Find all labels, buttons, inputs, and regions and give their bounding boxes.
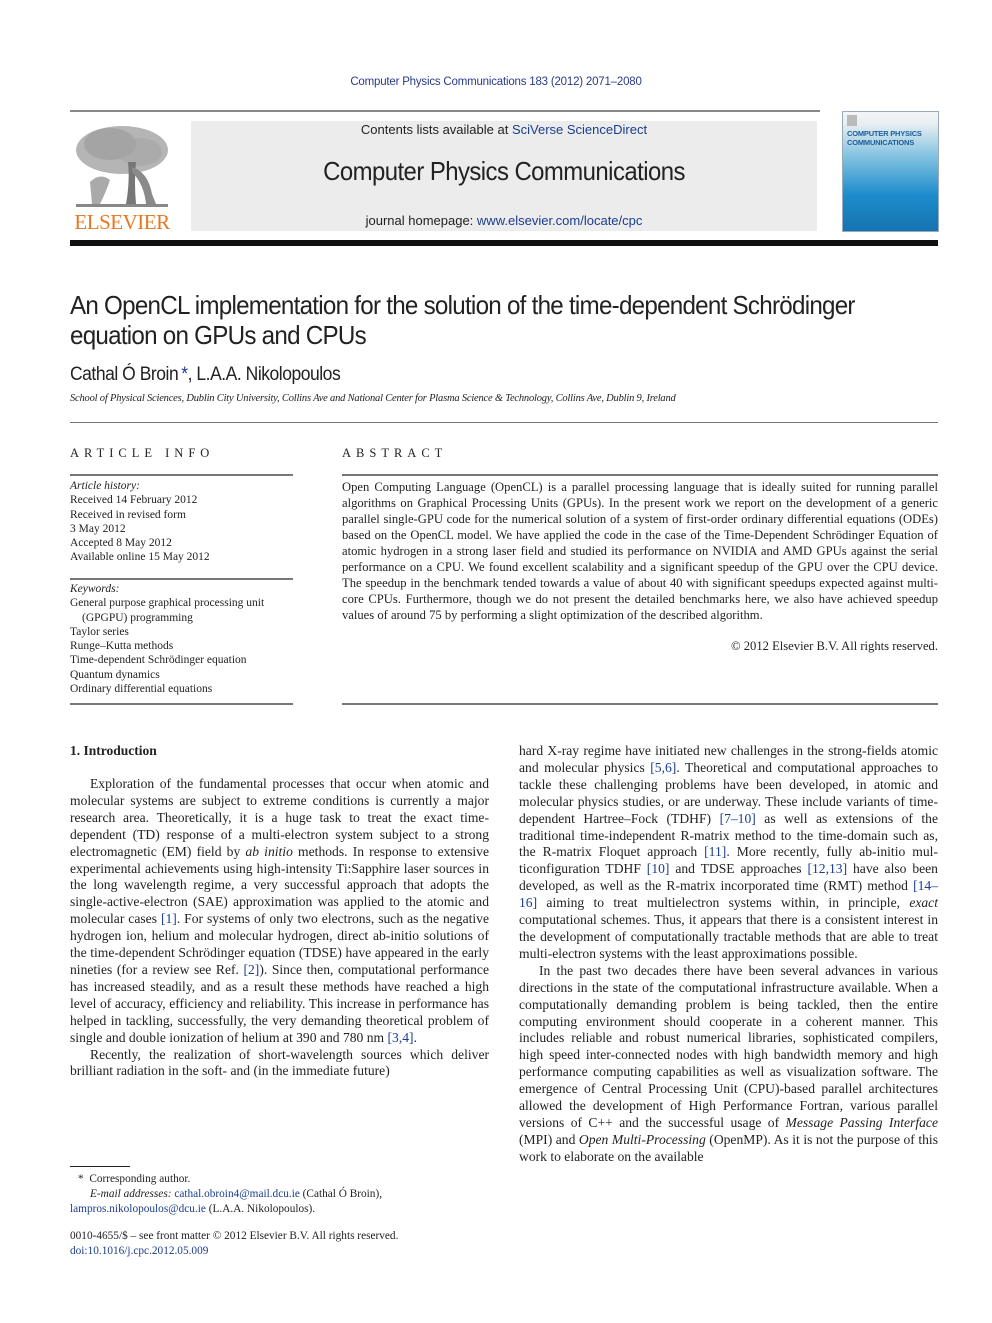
divider bbox=[342, 474, 938, 476]
history-item: Available online 15 May 2012 bbox=[70, 551, 210, 564]
text-run: aiming to treat multielectron systems wi… bbox=[537, 895, 910, 911]
article-history: Article history: Received 14 February 20… bbox=[70, 479, 293, 565]
keyword-item: Quantum dynamics bbox=[70, 668, 160, 681]
italic-run: Mes­sage Passing Interface bbox=[785, 1114, 938, 1130]
homepage-link[interactable]: www.elsevier.com/locate/cpc bbox=[477, 213, 642, 228]
paragraph: Recently, the realization of short-wavel… bbox=[70, 1047, 489, 1081]
elsevier-wordmark: ELSEVIER bbox=[74, 210, 170, 234]
issn-block: 0010-4655/$ – see front matter © 2012 El… bbox=[70, 1229, 490, 1259]
footnotes: * Corresponding author. E-mail addresses… bbox=[70, 1172, 490, 1217]
keyword-item: Taylor series bbox=[70, 625, 129, 638]
text-run: . bbox=[413, 1029, 417, 1045]
divider bbox=[70, 703, 293, 705]
issn-line: 0010-4655/$ – see front matter © 2012 El… bbox=[70, 1230, 399, 1242]
citation-link[interactable]: [5,6] bbox=[650, 760, 676, 775]
citation-link[interactable]: [7–10] bbox=[720, 811, 756, 826]
footnote-star: * bbox=[78, 1173, 84, 1185]
journal-cover-thumbnail[interactable]: COMPUTER PHYSICS COMMUNICATIONS bbox=[842, 111, 939, 232]
author-name[interactable]: Cathal Ó Broin bbox=[70, 364, 179, 385]
italic-run: exact bbox=[909, 895, 938, 911]
keywords: Keywords: General purpose graphical proc… bbox=[70, 582, 293, 696]
cover-logo-icon bbox=[847, 115, 857, 126]
citation-link[interactable]: [3,4] bbox=[388, 1030, 414, 1045]
history-item: Received in revised form bbox=[70, 508, 186, 521]
divider bbox=[70, 474, 293, 476]
email-owner: (L.A.A. Nikolopoulos). bbox=[205, 1203, 316, 1215]
body-column-left: Exploration of the fundamental processes… bbox=[70, 776, 489, 1080]
divider bbox=[70, 578, 293, 580]
text-run: (MPI) and bbox=[519, 1131, 579, 1147]
citation-link[interactable]: [12,13] bbox=[807, 861, 847, 876]
italic-run: Open Multi-Processing bbox=[578, 1131, 706, 1147]
divider bbox=[70, 422, 938, 423]
abstract-copyright: © 2012 Elsevier B.V. All rights reserved… bbox=[731, 639, 938, 653]
keyword-item: Time-dependent Schrödinger equation bbox=[70, 654, 247, 667]
email-link[interactable]: cathal.obroin4@mail.dcu.ie bbox=[174, 1188, 300, 1200]
keyword-item: General purpose graphical processing uni… bbox=[70, 597, 265, 610]
homepage-prefix: journal homepage: bbox=[365, 213, 477, 228]
homepage-line: journal homepage: www.elsevier.com/locat… bbox=[191, 213, 817, 228]
text-run: computational schemes. Thus, it appears … bbox=[519, 912, 938, 961]
citation-link[interactable]: [10] bbox=[647, 861, 670, 876]
keyword-item: Runge–Kutta methods bbox=[70, 640, 174, 653]
history-item: Received 14 February 2012 bbox=[70, 494, 198, 507]
paragraph: In the past two decades there have been … bbox=[519, 963, 938, 1166]
email-label: E-mail addresses: bbox=[90, 1188, 172, 1200]
email-owner: (Cathal Ó Broin), bbox=[299, 1188, 383, 1200]
journal-title: Computer Physics Communications bbox=[323, 156, 685, 186]
history-label: Article history: bbox=[70, 480, 140, 492]
history-item: 3 May 2012 bbox=[70, 522, 126, 535]
text-run: and TDSE approaches bbox=[669, 861, 808, 877]
body-column-right: hard X-ray regime have initiated new cha… bbox=[519, 743, 938, 1166]
doi-link[interactable]: doi:10.1016/j.cpc.2012.05.009 bbox=[70, 1244, 490, 1259]
cover-title: COMPUTER PHYSICS COMMUNICATIONS bbox=[847, 129, 935, 147]
author-name[interactable]: L.A.A. Nikolopoulos bbox=[196, 364, 340, 385]
text-run: In the past two decades there have been … bbox=[519, 962, 938, 1130]
footnote-divider bbox=[70, 1166, 130, 1167]
divider bbox=[342, 703, 938, 705]
article-info-heading: ARTICLE INFO bbox=[70, 446, 215, 460]
corresponding-author-note: Corresponding author. bbox=[89, 1173, 191, 1185]
header-thick-divider bbox=[70, 240, 938, 246]
citation-link[interactable]: [1] bbox=[161, 911, 177, 926]
text-run: Recently, the realization of short-wavel… bbox=[70, 1046, 489, 1079]
journal-reference-link[interactable]: Computer Physics Communications 183 (201… bbox=[0, 76, 992, 88]
cover-title-line1: COMPUTER PHYSICS bbox=[847, 129, 922, 138]
affiliation: School of Physical Sciences, Dublin City… bbox=[70, 393, 676, 404]
citation-link[interactable]: [2] bbox=[243, 962, 259, 977]
paper-title: An OpenCL implementation for the solutio… bbox=[70, 290, 855, 350]
keywords-label: Keywords: bbox=[70, 583, 120, 595]
keyword-item: (GPGPU) programming bbox=[82, 611, 193, 624]
top-divider bbox=[70, 110, 820, 112]
section-heading-introduction: 1. Introduction bbox=[70, 743, 157, 758]
paragraph: Exploration of the fundamental processes… bbox=[70, 776, 489, 1047]
abstract-heading: ABSTRACT bbox=[342, 446, 448, 460]
italic-run: ab ini­tio bbox=[245, 843, 293, 859]
citation-link[interactable]: [11] bbox=[704, 844, 726, 859]
history-item: Accepted 8 May 2012 bbox=[70, 537, 172, 550]
tree-icon bbox=[76, 126, 168, 207]
author-list: Cathal Ó Broin *, L.A.A. Nikolopoulos bbox=[70, 364, 341, 386]
keyword-item: Ordinary differential equations bbox=[70, 683, 213, 696]
sciencedirect-link[interactable]: SciVerse ScienceDirect bbox=[512, 122, 647, 137]
email-link[interactable]: lampros.nikolopoulos@dcu.ie bbox=[70, 1203, 206, 1215]
contents-prefix: Contents lists available at bbox=[360, 122, 512, 137]
contents-line: Contents lists available at SciVerse Sci… bbox=[191, 122, 817, 137]
cover-title-line2: COMMUNICATIONS bbox=[847, 138, 915, 147]
abstract-text: Open Computing Language (OpenCL) is a pa… bbox=[342, 480, 938, 622]
paragraph: hard X-ray regime have initiated new cha… bbox=[519, 743, 938, 963]
